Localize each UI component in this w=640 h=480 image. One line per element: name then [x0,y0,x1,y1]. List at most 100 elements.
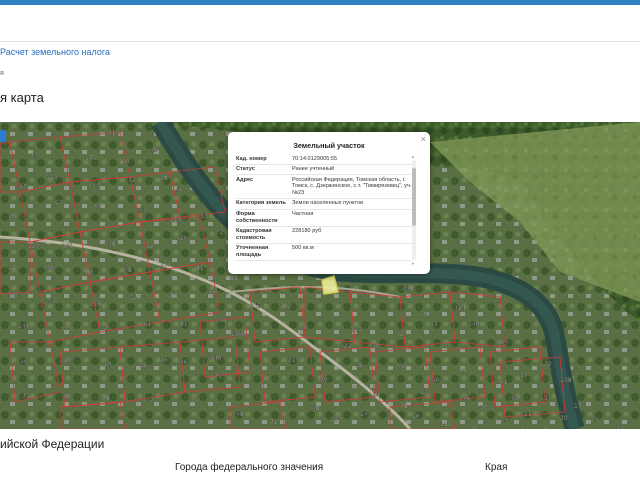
attr-row-cadastral-value: Кадастровая стоимость 228180 руб [236,227,412,244]
parcel-number: 69 [122,159,130,166]
parcel-number: 20 [560,415,568,422]
parcel-number: 122 [280,303,292,310]
parcel-number: 99 [300,325,308,332]
parcel-number: 13 [540,395,548,402]
attr-row-area: Уточненная площадь 500 кв.м [236,244,412,262]
parcel-number: 21 [460,367,468,374]
parcel-number: 86 [86,269,94,276]
parcel-number: 53 [200,213,208,220]
cadastral-map[interactable]: 219 74 175 69 49 113 154 32 78 46 53 21 33 19 57 67 44 11… [0,122,640,429]
parcel-number: 57 [55,200,63,207]
parcel-number: 78 [102,395,110,402]
section-title: ийской Федерации [0,437,105,451]
popup-scrollbar[interactable] [412,160,416,260]
popup-attributes: Кад. номер 70:14:0129005:55 Статус Ранее… [236,154,412,266]
scroll-up-icon[interactable]: ▲ [411,154,415,159]
scroll-down-icon[interactable]: ▼ [411,261,415,266]
parcel-number: 14 [500,417,508,424]
parcel-number: 50 [372,343,380,350]
parcel-number: 122 [330,417,342,424]
parcel-number: 127 [130,295,142,302]
parcel-number: 181 [440,421,452,428]
parcel-number: 14 [360,411,368,418]
parcel-number: 67 [95,203,103,210]
parcel-number: 1360 [230,331,245,338]
attr-row-address: Адрес Российская Федерация, Томская обла… [236,175,412,199]
parcel-number: 46 [176,187,184,194]
map-layer-control[interactable] [0,130,6,142]
parcel-number: 78 [160,175,168,182]
parcel-number: 45 [462,395,470,402]
parcel-number: 39 [320,377,328,384]
page-title: я карта [0,90,44,105]
parcel-number: 71 [270,419,278,426]
parcel-number: 129 [28,243,40,250]
parcel-number: 142 [420,311,432,318]
parcel-number: 315 [350,327,362,334]
parcel-number: 215 [288,357,300,364]
parcel-number: 90 [46,265,54,272]
popup-title: Земельный участок [293,141,365,150]
land-tax-calc-link[interactable]: Расчет земельного налога [0,47,110,57]
top-accent-bar [0,0,640,5]
parcel-number: 4340 [206,355,221,362]
parcel-number: 35 [22,393,30,400]
attr-row-ownership: Форма собственности Частная [236,210,412,227]
parcel-number: 42 [146,397,154,404]
parcel-number: 50 [470,425,478,429]
parcel-number: 19 [8,213,16,220]
parcel-number: 33 [616,425,624,429]
parcel-number: 36 [160,357,168,364]
parcel-number: 93 [48,297,56,304]
parcel-number: 56 [432,377,440,384]
parcel-number: 74 [30,153,38,160]
parcel-number: 92 [398,363,406,370]
parcel-number: 48 [236,411,244,418]
parcel-number: 42 [100,325,108,332]
parcel-number: 138 [104,241,116,248]
parcel-number: 46 [180,359,188,366]
parcel-number: 87 [170,293,178,300]
parcel-number: 314 [454,305,466,312]
parcel-number: 177 [60,327,72,334]
parcel-number: 57 [520,373,528,380]
parcel-number: 51 [220,317,228,324]
parcel-number: 161 [62,243,74,250]
popup-scrollbar-thumb[interactable] [412,168,416,226]
parcel-number: 248 [402,285,414,292]
parcel-number: 13 [420,389,428,396]
parcel-number: 15 [372,391,380,398]
parcel-number: 81 [196,265,204,272]
parcel-number: 6 [545,425,549,429]
parcel-number: 78 [400,403,408,410]
parcel-number: 55 [190,397,198,404]
parcel-number: 10 [480,405,488,412]
parcel-number: 140 [468,321,480,328]
parcel-number: 43 [510,395,518,402]
parcel-number: 48 [124,267,132,274]
header-divider [0,41,640,42]
parcel-number: 110 [90,301,102,308]
parcel-number: 175 [210,373,222,380]
parcel-number: 81 [180,321,188,328]
parcel-number: 16 [412,413,420,420]
parcel-number: 48 [312,405,320,412]
parcel-number: 33 [18,183,26,190]
parcel-number: 17 [574,403,582,410]
parcel-number: 122 [540,361,552,368]
parcel-number: 161 [140,321,152,328]
parcel-number: 52 [146,243,154,250]
parcel-number: 113 [46,175,58,182]
parcel-number: 61 [500,379,508,386]
attr-row-land-category: Категория земель Земли населенных пункто… [236,199,412,210]
parcel-number: 215 [250,303,262,310]
parcel-number: 422 [340,343,352,350]
parcel-number: 111 [160,261,172,268]
parcel-number: 36 [356,363,364,370]
parcel-number: 44 [138,207,146,214]
parcel-number: 175 [85,155,97,162]
attr-row-cadastral-number: Кад. номер 70:14:0129005:55 [236,154,412,165]
parcel-number: 54 [500,339,508,346]
parcel-number: 140 [18,323,30,330]
parcel-number: 2 [520,425,524,429]
